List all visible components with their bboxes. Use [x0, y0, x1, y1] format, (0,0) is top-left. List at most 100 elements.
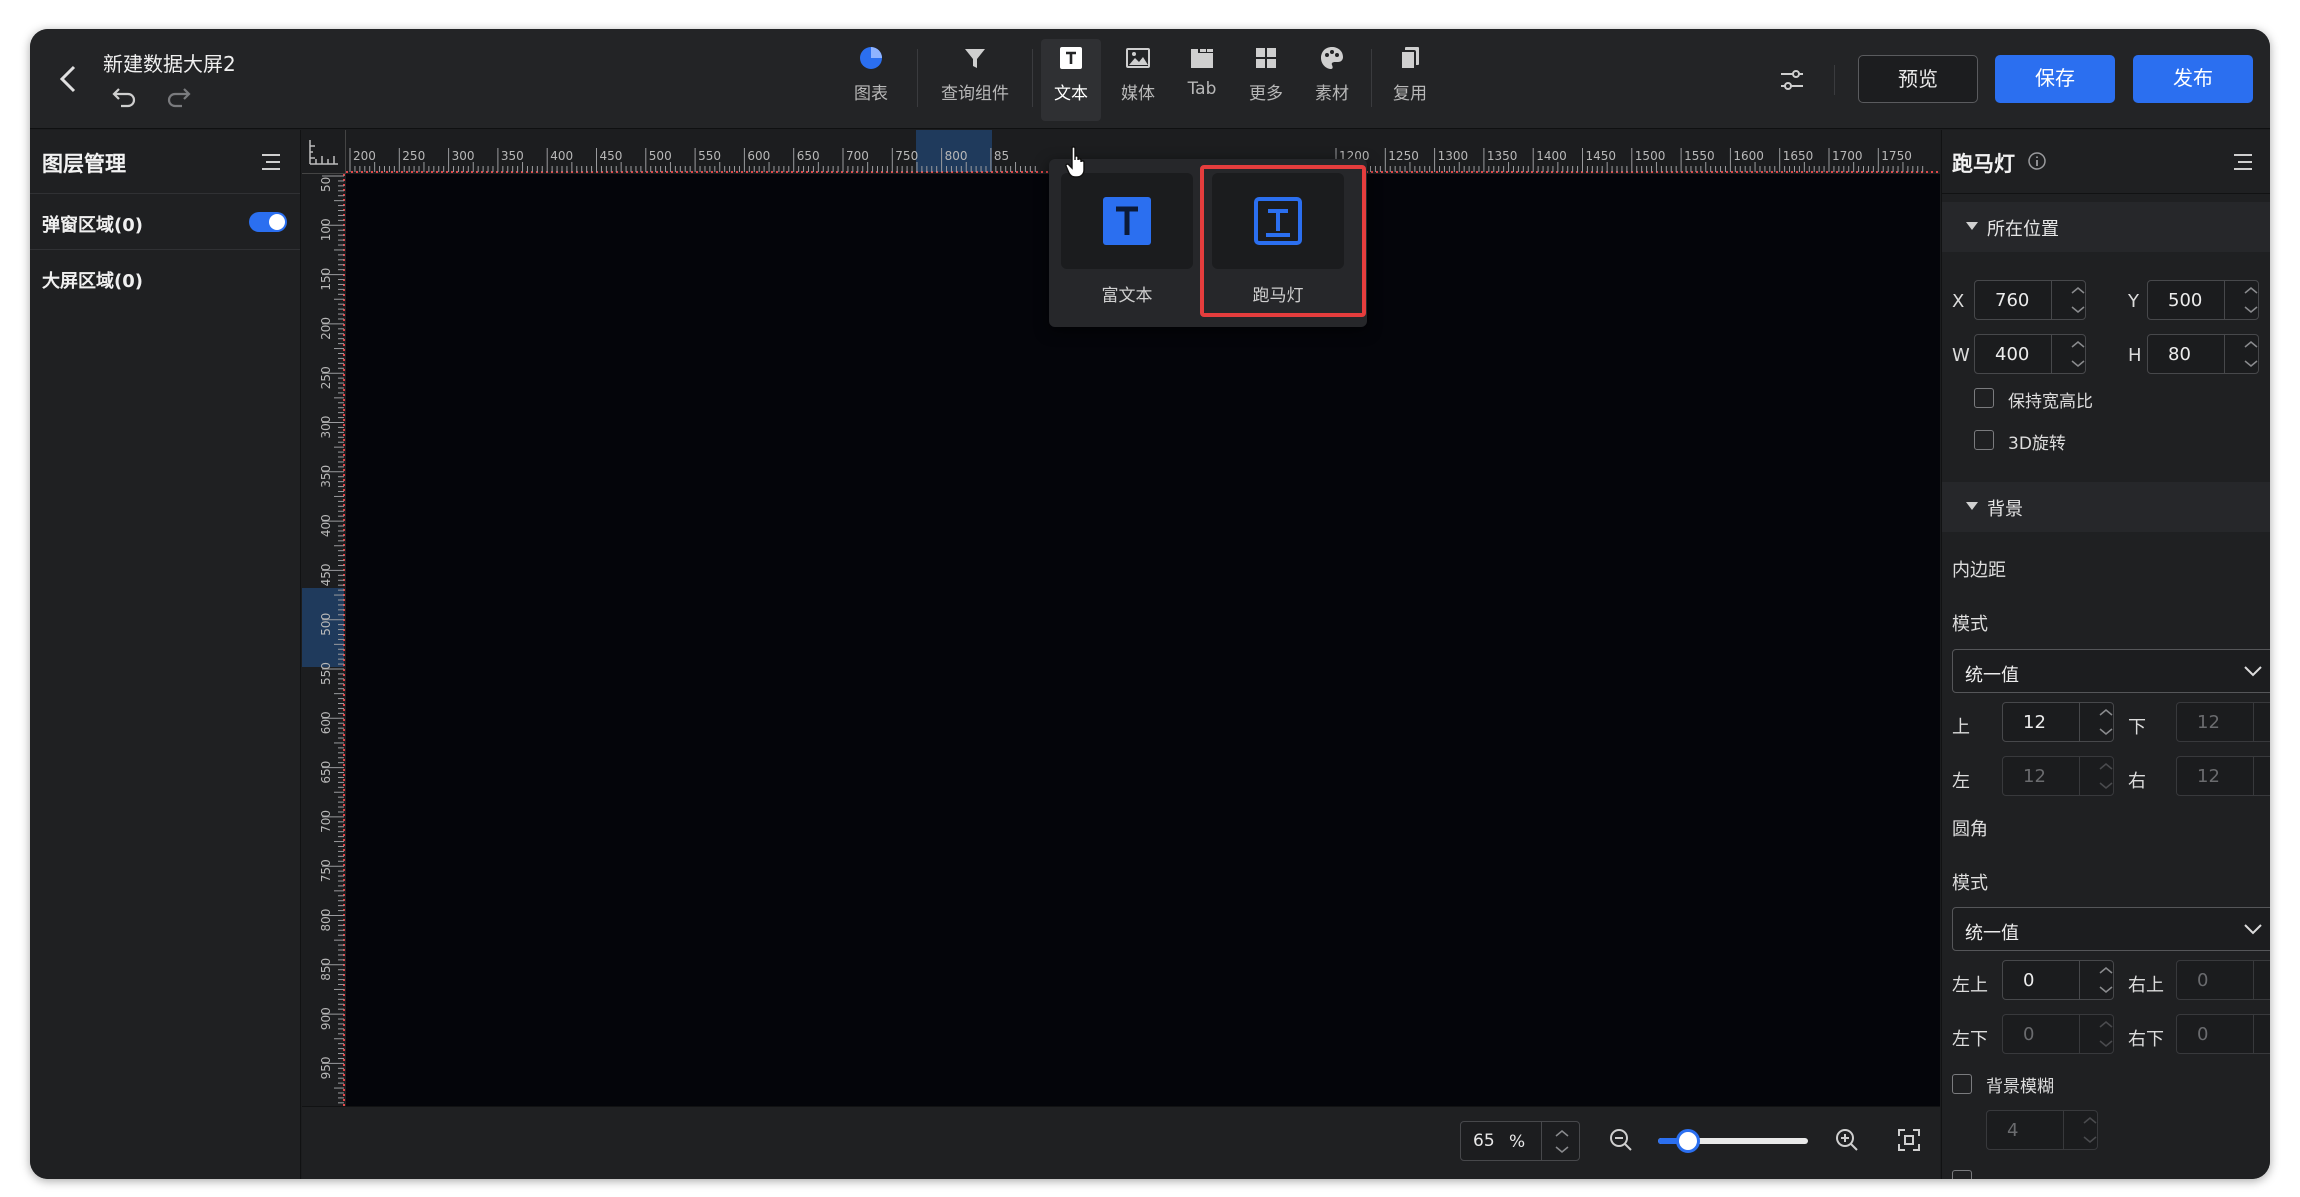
padding-right-value: 12: [2197, 766, 2220, 787]
zoom-in-icon[interactable]: [1832, 1125, 1862, 1155]
toolbar-material[interactable]: 素材: [1302, 39, 1362, 121]
h-input[interactable]: 80: [2147, 334, 2259, 374]
back-arrow-icon[interactable]: [52, 59, 86, 99]
ruler-h-label: 500: [649, 149, 672, 163]
rich-text-item[interactable]: 富文本: [1061, 173, 1193, 306]
toolbar-query[interactable]: 查询组件: [928, 39, 1022, 121]
padding-left-stepper[interactable]: [2079, 757, 2113, 795]
y-input[interactable]: 500: [2147, 280, 2259, 320]
ruler-h-label: 200: [353, 149, 376, 163]
popup-region-row[interactable]: 弹窗区域(0): [30, 194, 300, 250]
radius-tl-input[interactable]: 0: [2002, 960, 2114, 1000]
keep-ratio-checkbox[interactable]: [1974, 388, 1994, 408]
radius-bl-value: 0: [2023, 1024, 2035, 1045]
publish-button[interactable]: 发布: [2133, 55, 2253, 103]
preview-button[interactable]: 预览: [1858, 55, 1978, 103]
screen-region-label: 大屏区域(0): [42, 271, 143, 292]
radius-br-stepper[interactable]: [2253, 1015, 2270, 1053]
position-section-header[interactable]: 所在位置: [1942, 202, 2270, 252]
radius-bl-input[interactable]: 0: [2002, 1014, 2114, 1054]
ruler-v-label: 150: [319, 268, 333, 291]
zoom-slider-thumb[interactable]: [1676, 1129, 1700, 1153]
ruler-h-label: 400: [550, 149, 573, 163]
padding-top-input[interactable]: 12: [2002, 702, 2114, 742]
h-stepper[interactable]: [2224, 335, 2258, 373]
menu-icon[interactable]: [260, 152, 282, 172]
toolbar-chart[interactable]: 图表: [836, 39, 906, 121]
popup-region-label: 弹窗区域(0): [42, 215, 143, 236]
padding-bottom-input[interactable]: 12: [2176, 702, 2270, 742]
background-blur-stepper[interactable]: [2063, 1111, 2097, 1149]
padding-label: 内边距: [1952, 560, 2006, 581]
y-label: Y: [2128, 291, 2139, 312]
redo-icon[interactable]: [163, 81, 193, 111]
ruler-v-label: 750: [319, 859, 333, 882]
padding-bottom-value: 12: [2197, 712, 2220, 733]
y-stepper[interactable]: [2224, 281, 2258, 319]
ruler-h-label: 1700: [1832, 149, 1863, 163]
radius-bl-label: 左下: [1952, 1029, 1988, 1050]
settings-sliders-icon[interactable]: [1775, 63, 1809, 97]
undo-icon[interactable]: [110, 81, 140, 111]
ruler-v-label: 900: [319, 1007, 333, 1030]
x-stepper[interactable]: [2051, 281, 2085, 319]
palette-icon: [1321, 47, 1343, 69]
x-label: X: [1952, 291, 1965, 312]
rotate3d-checkbox[interactable]: [1974, 430, 1994, 450]
keep-ratio-label: 保持宽高比: [2008, 392, 2093, 412]
w-input[interactable]: 400: [1974, 334, 2086, 374]
color-checkbox[interactable]: [1952, 1170, 1972, 1179]
screen-region-row[interactable]: 大屏区域(0): [30, 250, 300, 306]
ruler-v-label: 800: [319, 909, 333, 932]
padding-top-stepper[interactable]: [2079, 703, 2113, 741]
radius-br-input[interactable]: 0: [2176, 1014, 2270, 1054]
menu-icon[interactable]: [2232, 152, 2254, 172]
ruler-corner[interactable]: [302, 130, 346, 174]
padding-left-input[interactable]: 12: [2002, 756, 2114, 796]
fit-screen-icon[interactable]: [1894, 1125, 1924, 1155]
page-title: 新建数据大屏2: [103, 52, 236, 76]
pie-chart-icon: [860, 47, 882, 69]
info-icon[interactable]: [2027, 151, 2047, 171]
x-input[interactable]: 760: [1974, 280, 2086, 320]
toolbar-more[interactable]: 更多: [1236, 39, 1296, 121]
layer-panel-header: 图层管理: [30, 130, 300, 194]
zoom-stepper[interactable]: [1541, 1122, 1581, 1160]
radius-tl-stepper[interactable]: [2079, 961, 2113, 999]
toolbar-divider: [917, 49, 918, 107]
popup-region-toggle[interactable]: [249, 212, 287, 232]
text-component-popover: 富文本 跑马灯: [1049, 159, 1367, 327]
background-blur-label: 背景模糊: [1986, 1077, 2054, 1097]
ruler-v-label: 650: [319, 761, 333, 784]
radius-tr-stepper[interactable]: [2253, 961, 2270, 999]
background-blur-checkbox[interactable]: [1952, 1074, 1972, 1094]
zoom-slider[interactable]: [1658, 1129, 1808, 1153]
ruler-h-label: 700: [846, 149, 869, 163]
padding-right-input[interactable]: 12: [2176, 756, 2270, 796]
marquee-item[interactable]: 跑马灯: [1212, 173, 1344, 306]
toolbar-text[interactable]: 文本: [1041, 39, 1101, 121]
toolbar-reuse[interactable]: 复用: [1380, 39, 1440, 121]
vertical-ruler: 50 100 150 200 250 300 350 400 450 500 550 600 650 70…: [302, 174, 346, 1106]
toolbar-label: Tab: [1187, 79, 1217, 99]
radius-mode-select[interactable]: 统一值: [1952, 907, 2270, 951]
ruler-v-label: 600: [319, 711, 333, 734]
grid-icon: [1256, 48, 1276, 68]
radius-tr-input[interactable]: 0: [2176, 960, 2270, 1000]
stepper-arrows-icon: [1555, 1130, 1569, 1153]
ruler-v-label: 450: [319, 563, 333, 586]
background-section-header[interactable]: 背景: [1942, 482, 2270, 532]
zoom-input[interactable]: 65 %: [1460, 1121, 1580, 1161]
component-title: 跑马灯: [1952, 152, 2015, 176]
w-value: 400: [1995, 344, 2030, 365]
w-stepper[interactable]: [2051, 335, 2085, 373]
toolbar-tab[interactable]: Tab: [1174, 39, 1230, 121]
save-button[interactable]: 保存: [1995, 55, 2115, 103]
padding-bottom-stepper[interactable]: [2253, 703, 2270, 741]
zoom-out-icon[interactable]: [1606, 1125, 1636, 1155]
toolbar-media[interactable]: 媒体: [1108, 39, 1168, 121]
background-blur-input[interactable]: 4: [1986, 1110, 2098, 1150]
padding-mode-select[interactable]: 统一值: [1952, 649, 2270, 693]
radius-bl-stepper[interactable]: [2079, 1015, 2113, 1053]
padding-right-stepper[interactable]: [2253, 757, 2270, 795]
